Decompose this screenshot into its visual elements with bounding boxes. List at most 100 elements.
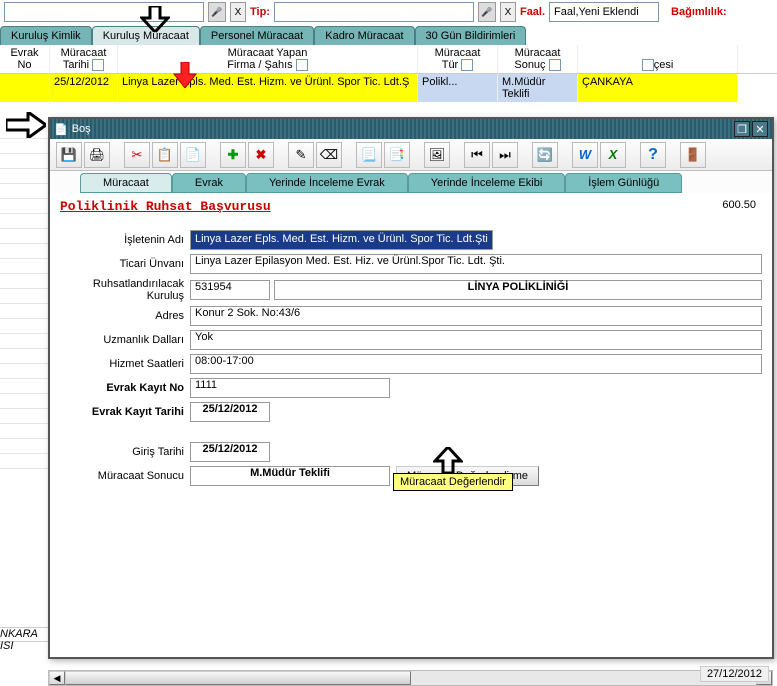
gh-firma: Firma / Şahıs <box>227 59 292 71</box>
annotation-arrow-tab <box>140 6 170 32</box>
delete-icon[interactable]: ✖ <box>248 142 274 168</box>
window-titlebar[interactable]: 📄 Boş ❐ ✕ <box>50 119 772 139</box>
tab-kurulus-kimlik[interactable]: Kuruluş Kimlik <box>0 26 92 45</box>
faal-label: Faal. <box>520 6 545 18</box>
save-icon[interactable]: 💾 <box>56 142 82 168</box>
exit-icon[interactable]: 🚪 <box>680 142 706 168</box>
filter-input-1[interactable] <box>4 2 204 22</box>
gh-no: No <box>4 59 45 71</box>
row-firma: Linya Lazer Epls. Med. Est. Hizm. ve Ürü… <box>118 74 418 102</box>
gh-check-2[interactable] <box>296 59 308 71</box>
clear-btn-1[interactable]: X <box>230 2 246 22</box>
top-filter-bar: 🎤 X Tip: 🎤 X Faal. Faal,Yeni Eklendi Bağ… <box>0 0 777 24</box>
clear-btn-2[interactable]: X <box>500 2 516 22</box>
left-row-strip <box>0 124 48 469</box>
label-evrak-no: Evrak Kayıt No <box>60 382 190 394</box>
tip-label: Tip: <box>250 6 270 18</box>
window-icon: 📄 <box>54 123 68 136</box>
scroll-left-icon[interactable]: ◀ <box>49 671 65 685</box>
window-close-icon[interactable]: ✕ <box>752 121 768 137</box>
inner-tab-yerinde-ekibi[interactable]: Yerinde İnceleme Ekibi <box>408 173 566 193</box>
row-ilce: ÇANKAYA <box>578 74 738 102</box>
inner-tab-yerinde-evrak[interactable]: Yerinde İnceleme Evrak <box>246 173 408 193</box>
row-sonuc: M.Müdür Teklifi <box>498 74 578 102</box>
paste-icon[interactable]: 📄 <box>180 142 206 168</box>
first-icon[interactable]: ⏮ <box>464 142 490 168</box>
input-hizmet[interactable]: 08:00-17:00 <box>190 354 762 374</box>
input-muracaat-sonuc[interactable]: M.Müdür Teklifi <box>190 466 390 486</box>
label-isletenin-adi: İşletenin Adı <box>60 234 190 246</box>
mic-icon-2[interactable]: 🎤 <box>478 2 496 22</box>
status-date: 27/12/2012 <box>700 666 769 682</box>
refresh-icon[interactable]: 🔄 <box>532 142 558 168</box>
filter-input-tip[interactable] <box>274 2 474 22</box>
gh-evrak: Evrak <box>4 47 45 59</box>
input-adres[interactable]: Konur 2 Sok. No:43/6 <box>190 306 762 326</box>
input-evrak-tarih[interactable]: 25/12/2012 <box>190 402 270 422</box>
add-icon[interactable]: ✚ <box>220 142 246 168</box>
input-ruhsat-kod[interactable]: 531954 <box>190 280 270 300</box>
input-ticari-unvani[interactable]: Linya Lazer Epilasyon Med. Est. Hiz. ve … <box>190 254 762 274</box>
form-area: Poliklinik Ruhsat Başvurusu 600.50 İşlet… <box>50 193 772 492</box>
gh-check-5[interactable] <box>642 59 654 71</box>
gh-check-4[interactable] <box>549 59 561 71</box>
horizontal-scrollbar[interactable]: ◀ ▶ <box>48 670 773 686</box>
faal-value[interactable]: Faal,Yeni Eklendi <box>549 2 659 22</box>
mic-icon-1[interactable]: 🎤 <box>208 2 226 22</box>
modal-window: 📄 Boş ❐ ✕ 💾 🖨 ✂ 📋 📄 ✚ ✖ ✎ ⌫ 📃 📑 🖼 ⏮ ⏭ 🔄 … <box>48 117 774 659</box>
inner-tab-islem-gunlugu[interactable]: İşlem Günlüğü <box>565 173 682 193</box>
tab-kadro-muracaat[interactable]: Kadro Müracaat <box>314 26 414 45</box>
tab-30gun-bildirimleri[interactable]: 30 Gün Bildirimleri <box>415 26 527 45</box>
bagimlilik-label: Bağımlılık: <box>671 6 727 18</box>
label-muracaat-sonuc: Müracaat Sonucu <box>60 470 190 482</box>
gh-cesi: çesi <box>654 59 674 71</box>
gh-check-1[interactable] <box>92 59 104 71</box>
word-icon[interactable]: W <box>572 142 598 168</box>
row-tur: Polikl... <box>418 74 498 102</box>
form-title: Poliklinik Ruhsat Başvurusu <box>60 199 762 214</box>
gh-tur: Tür <box>442 59 459 71</box>
gh-sonuc: Sonuç <box>514 59 545 71</box>
inner-tab-muracaat[interactable]: Müracaat <box>80 173 172 193</box>
label-ruhsat: Ruhsatlandırılacak Kuruluş <box>60 278 190 302</box>
help-icon[interactable]: ? <box>640 142 666 168</box>
doc2-icon[interactable]: 📑 <box>384 142 410 168</box>
gh-check-3[interactable] <box>461 59 473 71</box>
doc1-icon[interactable]: 📃 <box>356 142 382 168</box>
scroll-thumb[interactable] <box>65 671 411 685</box>
copy-icon[interactable]: 📋 <box>152 142 178 168</box>
label-evrak-tarih: Evrak Kayıt Tarihi <box>60 406 190 418</box>
window-title: Boş <box>72 123 734 135</box>
image-icon[interactable]: 🖼 <box>424 142 450 168</box>
label-ticari-unvani: Ticari Ünvanı <box>60 258 190 270</box>
input-isletenin-adi[interactable]: Linya Lazer Epls. Med. Est. Hizm. ve Ürü… <box>190 230 493 250</box>
label-adres: Adres <box>60 310 190 322</box>
form-number: 600.50 <box>722 199 756 211</box>
annotation-arrow-eval <box>433 447 463 473</box>
eval-tooltip: Müracaat Değerlendir <box>393 473 513 491</box>
print-icon[interactable]: 🖨 <box>84 142 110 168</box>
scroll-track[interactable] <box>65 671 756 685</box>
input-ruhsat-ad[interactable]: LİNYA POLİKLİNİĞİ <box>274 280 762 300</box>
tab-personel-muracaat[interactable]: Personel Müracaat <box>200 26 314 45</box>
inner-tab-evrak[interactable]: Evrak <box>172 173 246 193</box>
table-row[interactable]: 25/12/2012 Linya Lazer Epls. Med. Est. H… <box>0 74 777 102</box>
edit-icon[interactable]: ✎ <box>288 142 314 168</box>
clear-icon[interactable]: ⌫ <box>316 142 342 168</box>
gh-muracaat3: Müracaat <box>502 47 573 59</box>
input-evrak-no[interactable]: 1111 <box>190 378 390 398</box>
excel-icon[interactable]: X <box>600 142 626 168</box>
last-icon[interactable]: ⏭ <box>492 142 518 168</box>
grid-header: Evrak No Müracaat Tarihi Müracaat Yapan … <box>0 45 777 74</box>
row-tarih: 25/12/2012 <box>50 74 118 102</box>
label-hizmet: Hizmet Saatleri <box>60 358 190 370</box>
gh-muracaat1: Müracaat <box>54 47 113 59</box>
gh-tarihi: Tarihi <box>63 59 89 71</box>
toolbar: 💾 🖨 ✂ 📋 📄 ✚ ✖ ✎ ⌫ 📃 📑 🖼 ⏮ ⏭ 🔄 W X ? 🚪 <box>50 139 772 171</box>
annotation-arrow-window <box>6 112 46 138</box>
window-restore-icon[interactable]: ❐ <box>734 121 750 137</box>
gh-muracaat2: Müracaat <box>422 47 493 59</box>
input-giris-tarih[interactable]: 25/12/2012 <box>190 442 270 462</box>
input-uzmanlik[interactable]: Yok <box>190 330 762 350</box>
cut-icon[interactable]: ✂ <box>124 142 150 168</box>
